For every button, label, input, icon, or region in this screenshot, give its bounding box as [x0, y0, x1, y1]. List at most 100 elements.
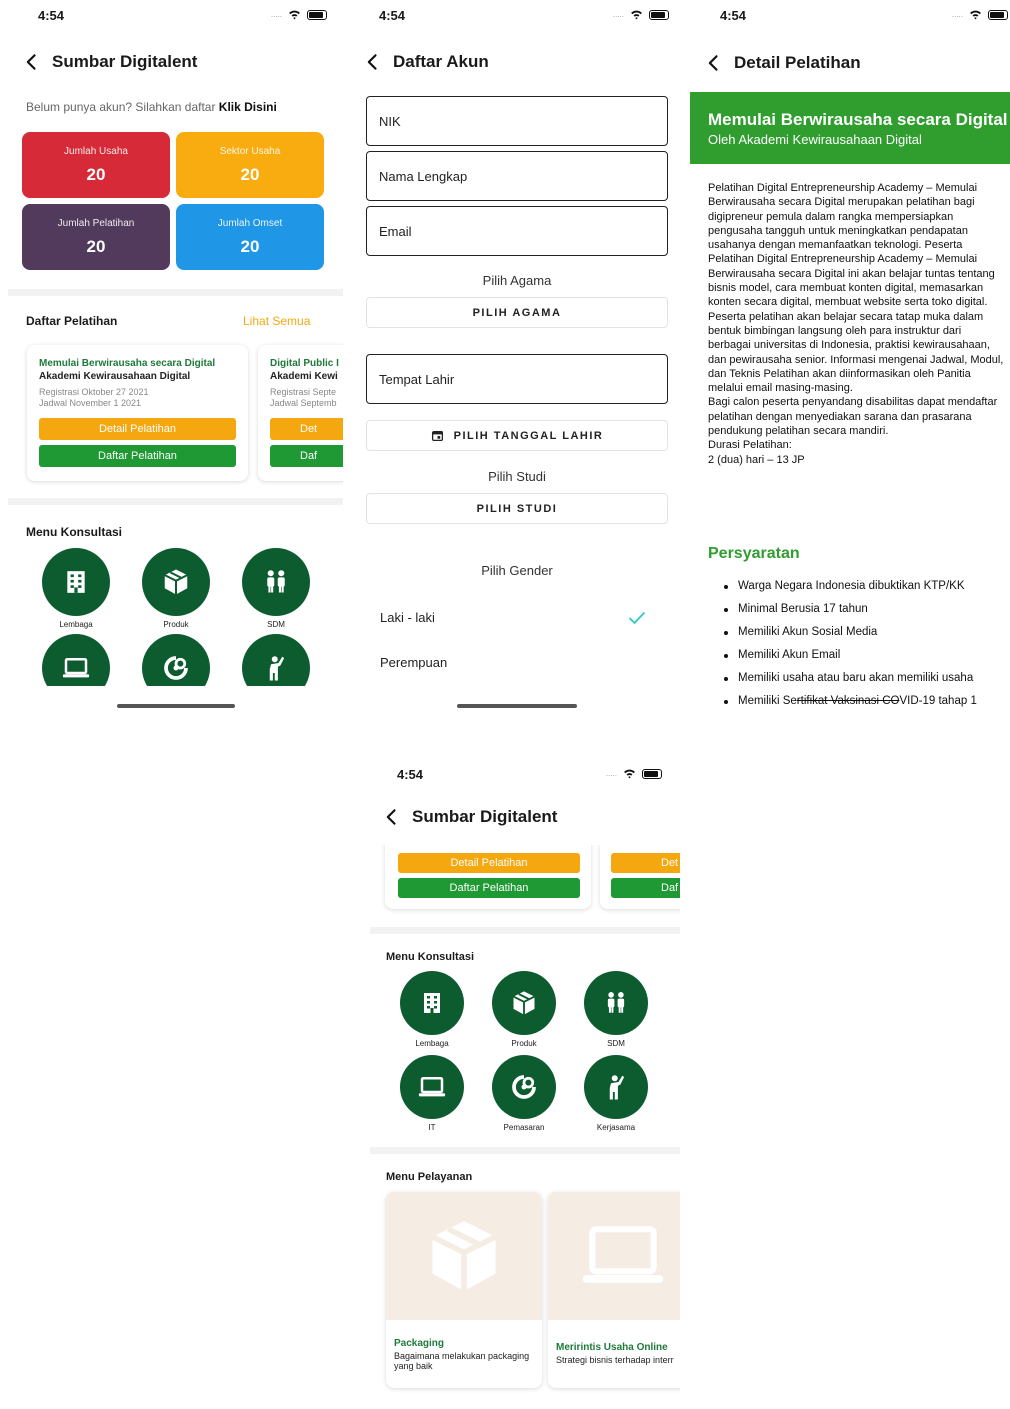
- requirement-item: Memiliki Akun Sosial Media: [724, 626, 1010, 649]
- people-icon: [603, 990, 629, 1016]
- menu-label: SDM: [267, 620, 285, 629]
- battery-icon: [988, 9, 1008, 20]
- requirement-item: Memiliki Akun Email: [724, 649, 1010, 672]
- description-paragraph: Peserta pelatihan akan belajar secara ta…: [708, 310, 1004, 395]
- navbar: Detail Pelatihan: [694, 43, 1010, 83]
- wifi-icon: [629, 8, 644, 21]
- back-button[interactable]: [12, 52, 52, 72]
- gender-option-female[interactable]: Perempuan: [366, 645, 668, 681]
- section-title-pelatihan: Daftar Pelatihan: [26, 314, 118, 328]
- requirement-item: Memiliki Sertifikat Vaksinasi COVID-19 t…: [724, 695, 1010, 718]
- menu-label: SDM: [607, 1039, 625, 1048]
- marketing-icon: [161, 653, 191, 683]
- birthdate-picker-label: PILIH TANGGAL LAHIR: [453, 429, 604, 442]
- requirement-item: Warga Negara Indonesia dibuktikan KTP/KK: [724, 580, 1010, 603]
- checkmark-icon: [628, 611, 646, 625]
- status-time: 4:54: [379, 8, 406, 23]
- birthdate-picker-button[interactable]: PILIH TANGGAL LAHIR: [366, 420, 668, 451]
- menu-pemasaran-button[interactable]: [492, 1055, 556, 1119]
- requirement-item: Minimal Berusia 17 tahun: [724, 603, 1010, 626]
- description-paragraph: Bagi calon peserta penyandang disabilita…: [708, 396, 998, 438]
- menu-row-clip: [0, 632, 343, 686]
- religion-picker-label: PILIH AGAMA: [472, 306, 562, 319]
- full-name-field[interactable]: Nama Lengkap: [366, 151, 668, 201]
- marketing-icon: [509, 1072, 539, 1102]
- register-training-button[interactable]: Daf: [270, 445, 343, 467]
- chevron-left-icon: [382, 807, 402, 827]
- menu-lembaga-button[interactable]: [42, 548, 110, 616]
- laptop-icon: [582, 1226, 664, 1283]
- requirements-title: Persyaratan: [708, 545, 800, 562]
- menu-sdm-button[interactable]: [584, 971, 648, 1035]
- status-icons: .....: [613, 8, 669, 21]
- menu-kerjasama-button[interactable]: [584, 1055, 648, 1119]
- status-icons: .....: [271, 8, 327, 21]
- signal-icon: .....: [270, 10, 282, 19]
- stat-value: 20: [240, 165, 260, 184]
- stat-jumlah-usaha: Jumlah Usaha 20: [22, 132, 170, 198]
- menu-produk-button[interactable]: [142, 548, 210, 616]
- status-time: 4:54: [397, 767, 424, 782]
- service-card-packaging[interactable]: Packaging Bagaimana melakukan packaging …: [386, 1192, 542, 1388]
- stat-label: Jumlah Pelatihan: [57, 218, 135, 229]
- status-bar: 4:54 .....: [343, 0, 685, 30]
- service-title: Packaging: [394, 1338, 445, 1349]
- description-paragraph: Pelatihan Digital Entrepreneurship Acade…: [708, 182, 995, 309]
- training-card[interactable]: Digital Public I Akademi Kewi Registrasi…: [258, 345, 343, 481]
- register-training-button[interactable]: Daftar Pelatihan: [39, 445, 236, 467]
- training-registration: Registrasi Septe: [270, 387, 337, 397]
- gender-option-label: Laki - laki: [380, 610, 435, 625]
- register-training-button[interactable]: Daftar Pelatihan: [398, 878, 580, 898]
- detail-training-button[interactable]: Det: [270, 418, 343, 440]
- navbar: Sumbar Digitalent: [12, 42, 343, 82]
- home-indicator: [117, 704, 235, 708]
- register-link[interactable]: Klik Disini: [219, 100, 277, 114]
- service-description: Strategi bisnis terhadap interr: [556, 1355, 674, 1365]
- register-prompt-text: Belum punya akun? Silahkan daftar: [26, 100, 219, 114]
- stat-label: Jumlah Omset: [217, 218, 283, 229]
- see-all-link[interactable]: Lihat Semua: [243, 314, 310, 328]
- detail-training-button[interactable]: Detail Pelatihan: [398, 853, 580, 873]
- training-card[interactable]: Memulai Berwirausaha secara Digital Akad…: [27, 345, 248, 481]
- status-icons: .....: [606, 767, 662, 780]
- religion-picker-button[interactable]: PILIH AGAMA: [366, 297, 668, 328]
- menu-it-button[interactable]: [400, 1055, 464, 1119]
- detail-training-button[interactable]: Detail Pelatihan: [39, 418, 236, 440]
- training-description: Pelatihan Digital Entrepreneurship Acade…: [708, 181, 1006, 467]
- battery-icon: [649, 9, 669, 20]
- study-picker-button[interactable]: PILIH STUDI: [366, 493, 668, 524]
- menu-produk-button[interactable]: [492, 971, 556, 1035]
- nik-field[interactable]: NIK: [366, 96, 668, 146]
- menu-kerjasama-button[interactable]: [242, 634, 310, 686]
- handshake-icon: [601, 1072, 631, 1102]
- religion-label: Pilih Agama: [482, 273, 552, 288]
- stat-label: Sektor Usaha: [219, 146, 281, 157]
- menu-label: Produk: [163, 620, 189, 629]
- training-org: Akademi Kewirausahaan Digital: [39, 371, 191, 382]
- back-button[interactable]: [694, 53, 734, 73]
- back-button[interactable]: [372, 807, 412, 827]
- menu-sdm-button[interactable]: [242, 548, 310, 616]
- menu-pemasaran-button[interactable]: [142, 634, 210, 686]
- training-card[interactable]: Det Daf: [600, 845, 680, 909]
- menu-it-button[interactable]: [42, 634, 110, 686]
- service-image: [386, 1192, 542, 1320]
- wifi-icon: [968, 8, 983, 21]
- birthplace-field[interactable]: Tempat Lahir: [366, 354, 668, 404]
- stat-label: Jumlah Usaha: [64, 146, 128, 157]
- requirement-text: Memiliki Se: [738, 695, 797, 707]
- section-title-konsultasi: Menu Konsultasi: [26, 525, 123, 539]
- detail-training-button[interactable]: Det: [611, 853, 680, 873]
- chevron-left-icon: [22, 52, 42, 72]
- status-icons: .....: [952, 8, 1008, 21]
- gender-option-male[interactable]: Laki - laki: [366, 600, 668, 636]
- service-card-online[interactable]: Meririntis Usaha Online Strategi bisnis …: [548, 1192, 680, 1388]
- email-field[interactable]: Email: [366, 206, 668, 256]
- back-button[interactable]: [353, 52, 393, 72]
- gender-option-label: Perempuan: [380, 655, 448, 670]
- study-label: Pilih Studi: [488, 469, 546, 484]
- register-training-button[interactable]: Daf: [611, 878, 680, 898]
- menu-lembaga-button[interactable]: [400, 971, 464, 1035]
- training-card[interactable]: Detail Pelatihan Daftar Pelatihan: [385, 845, 591, 909]
- menu-label: Pemasaran: [503, 1123, 545, 1132]
